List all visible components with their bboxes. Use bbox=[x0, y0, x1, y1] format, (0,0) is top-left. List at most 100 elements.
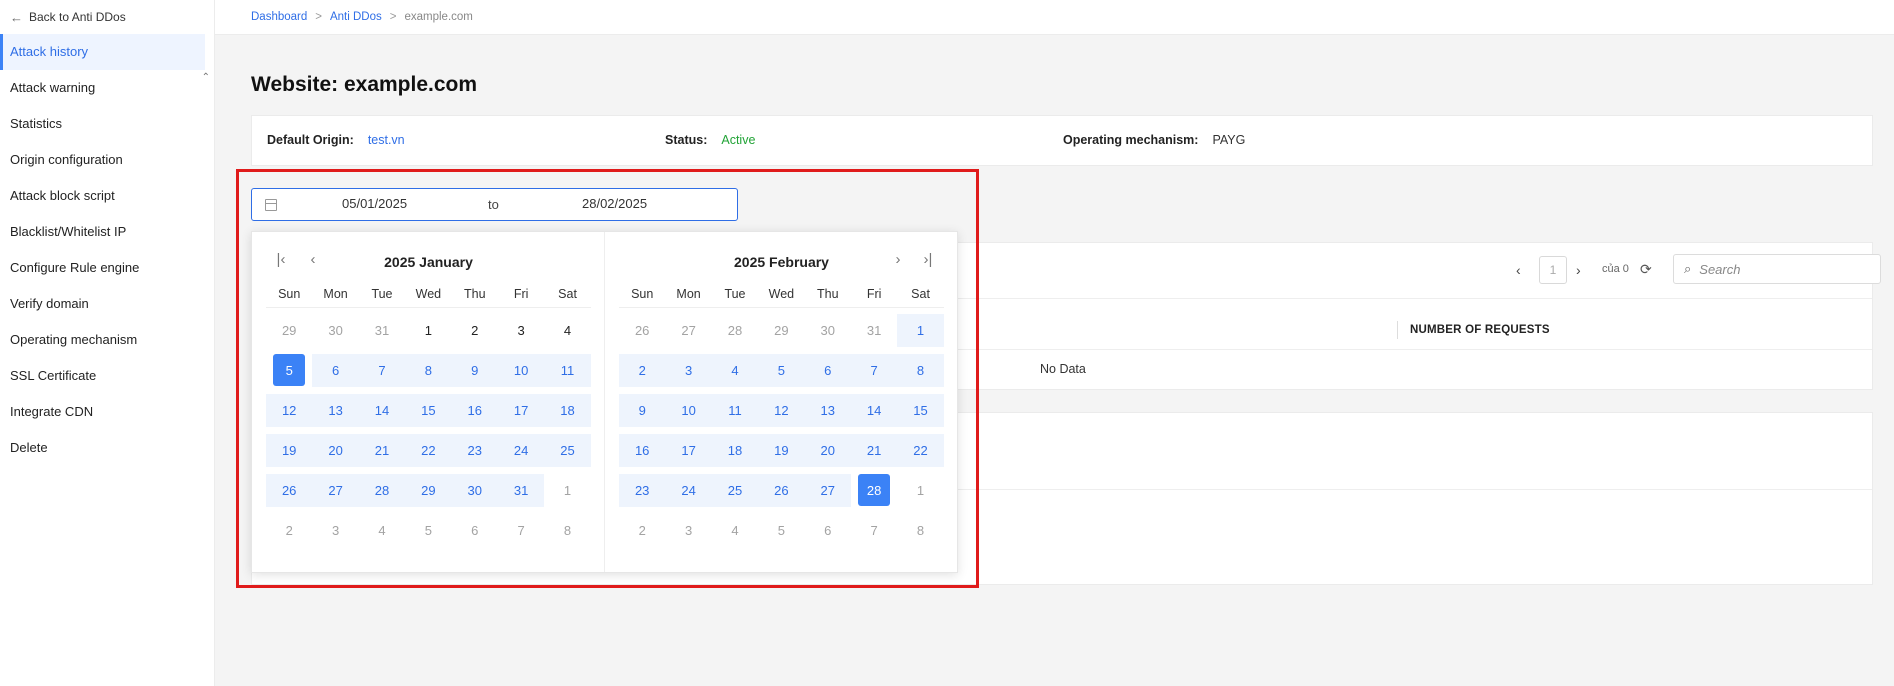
calendar-day[interactable]: 9 bbox=[451, 353, 498, 387]
breadcrumb-anti-ddos[interactable]: Anti DDos bbox=[330, 11, 382, 23]
calendar-day[interactable]: 4 bbox=[711, 353, 759, 387]
calendar-day[interactable]: 31 bbox=[851, 314, 897, 347]
calendar-day[interactable]: 6 bbox=[452, 514, 498, 547]
page-prev-button[interactable]: ‹ bbox=[1516, 262, 1521, 278]
sidebar-item-statistics[interactable]: Statistics bbox=[0, 106, 205, 142]
month-title[interactable]: 2025 February bbox=[605, 254, 958, 270]
calendar-day[interactable]: 31 bbox=[497, 473, 545, 507]
calendar-day[interactable]: 18 bbox=[711, 433, 759, 467]
page-number-input[interactable]: 1 bbox=[1539, 256, 1567, 284]
sidebar-item-attack-warning[interactable]: Attack warning bbox=[0, 70, 205, 106]
calendar-day[interactable]: 23 bbox=[451, 433, 498, 467]
date-range-picker[interactable]: to bbox=[251, 188, 738, 221]
calendar-day[interactable]: 30 bbox=[312, 314, 358, 347]
calendar-day[interactable]: 8 bbox=[544, 514, 590, 547]
calendar-day[interactable]: 27 bbox=[665, 314, 711, 347]
calendar-day[interactable]: 27 bbox=[312, 473, 359, 507]
calendar-day[interactable]: 21 bbox=[358, 433, 406, 467]
calendar-day[interactable]: 5 bbox=[405, 514, 451, 547]
calendar-day[interactable]: 31 bbox=[359, 314, 405, 347]
calendar-day[interactable]: 1 bbox=[405, 314, 451, 347]
calendar-day[interactable]: 14 bbox=[358, 393, 406, 427]
calendar-day[interactable]: 11 bbox=[544, 353, 591, 387]
sidebar-item-attack-block-script[interactable]: Attack block script bbox=[0, 178, 205, 214]
sidebar-item-ssl-certificate[interactable]: SSL Certificate bbox=[0, 358, 205, 394]
calendar-day[interactable]: 16 bbox=[451, 393, 498, 427]
calendar-day[interactable]: 26 bbox=[619, 314, 665, 347]
calendar-day[interactable]: 2 bbox=[619, 514, 665, 547]
calendar-day[interactable]: 8 bbox=[405, 353, 452, 387]
calendar-day[interactable]: 13 bbox=[804, 393, 851, 427]
calendar-day[interactable]: 28 bbox=[358, 473, 406, 507]
calendar-day[interactable]: 26 bbox=[266, 473, 313, 507]
range-start-input[interactable] bbox=[342, 196, 472, 211]
calendar-day[interactable]: 7 bbox=[498, 514, 544, 547]
calendar-day[interactable]: 6 bbox=[805, 514, 851, 547]
calendar-day[interactable]: 16 bbox=[619, 433, 666, 467]
calendar-day[interactable]: 13 bbox=[312, 393, 359, 427]
calendar-day[interactable]: 4 bbox=[359, 514, 405, 547]
calendar-day[interactable]: 30 bbox=[451, 473, 498, 507]
calendar-day[interactable]: 28 bbox=[712, 314, 758, 347]
back-link[interactable]: ← Back to Anti DDos bbox=[0, 0, 214, 34]
calendar-day[interactable]: 29 bbox=[758, 314, 804, 347]
calendar-day[interactable]: 25 bbox=[544, 433, 591, 467]
calendar-day[interactable]: 24 bbox=[497, 433, 545, 467]
calendar-day[interactable]: 19 bbox=[266, 433, 313, 467]
calendar-day[interactable]: 24 bbox=[665, 473, 712, 507]
calendar-day[interactable]: 14 bbox=[850, 393, 898, 427]
sidebar-item-integrate-cdn[interactable]: Integrate CDN bbox=[0, 394, 205, 430]
calendar-day[interactable]: 22 bbox=[897, 433, 944, 467]
calendar-day[interactable]: 26 bbox=[758, 473, 805, 507]
calendar-day[interactable]: 6 bbox=[312, 353, 359, 387]
calendar-day[interactable]: 29 bbox=[405, 473, 452, 507]
calendar-day[interactable]: 10 bbox=[665, 393, 712, 427]
calendar-day[interactable]: 25 bbox=[711, 473, 759, 507]
calendar-day[interactable]: 20 bbox=[804, 433, 851, 467]
calendar-day[interactable]: 9 bbox=[619, 393, 666, 427]
sidebar-item-verify-domain[interactable]: Verify domain bbox=[0, 286, 205, 322]
default-origin-value[interactable]: test.vn bbox=[368, 133, 405, 147]
calendar-day[interactable]: 29 bbox=[266, 314, 312, 347]
calendar-day[interactable]: 4 bbox=[544, 314, 590, 347]
month-title[interactable]: 2025 January bbox=[252, 254, 605, 270]
calendar-day[interactable]: 12 bbox=[758, 393, 805, 427]
calendar-day[interactable]: 20 bbox=[312, 433, 359, 467]
calendar-day[interactable]: 2 bbox=[266, 514, 312, 547]
calendar-day[interactable]: 5 bbox=[758, 514, 804, 547]
calendar-day[interactable]: 8 bbox=[897, 514, 943, 547]
calendar-day[interactable]: 12 bbox=[266, 393, 313, 427]
search-input[interactable] bbox=[1699, 261, 1850, 277]
sidebar-item-blacklist-whitelist-ip[interactable]: Blacklist/Whitelist IP bbox=[0, 214, 205, 250]
calendar-day[interactable]: 10 bbox=[497, 353, 545, 387]
calendar-day-selected[interactable]: 5 bbox=[266, 354, 312, 387]
calendar-day[interactable]: 18 bbox=[544, 393, 591, 427]
calendar-day[interactable]: 3 bbox=[665, 514, 711, 547]
calendar-day[interactable]: 1 bbox=[897, 313, 944, 347]
calendar-day[interactable]: 3 bbox=[498, 314, 544, 347]
calendar-day[interactable]: 27 bbox=[804, 473, 851, 507]
calendar-day[interactable]: 7 bbox=[358, 353, 406, 387]
calendar-day[interactable]: 19 bbox=[758, 433, 805, 467]
calendar-day[interactable]: 7 bbox=[850, 353, 898, 387]
sidebar-item-origin-configuration[interactable]: Origin configuration bbox=[0, 142, 205, 178]
refresh-icon[interactable]: ⟳ bbox=[1640, 261, 1652, 278]
calendar-day[interactable]: 17 bbox=[497, 393, 545, 427]
calendar-day[interactable]: 2 bbox=[452, 314, 498, 347]
calendar-day[interactable]: 23 bbox=[619, 473, 666, 507]
calendar-day[interactable]: 11 bbox=[711, 393, 759, 427]
column-separator[interactable] bbox=[1397, 321, 1398, 339]
calendar-day-selected[interactable]: 28 bbox=[851, 474, 897, 507]
range-end-input[interactable] bbox=[582, 196, 712, 211]
calendar-day[interactable]: 15 bbox=[405, 393, 452, 427]
calendar-day[interactable]: 6 bbox=[804, 353, 851, 387]
page-next-button[interactable]: › bbox=[1576, 262, 1581, 278]
scroll-up-icon[interactable]: ⌃ bbox=[202, 72, 210, 83]
calendar-day[interactable]: 22 bbox=[405, 433, 452, 467]
sidebar-item-operating-mechanism[interactable]: Operating mechanism bbox=[0, 322, 205, 358]
breadcrumb-dashboard[interactable]: Dashboard bbox=[251, 11, 307, 23]
calendar-day[interactable]: 3 bbox=[665, 353, 712, 387]
calendar-day[interactable]: 1 bbox=[544, 474, 590, 507]
calendar-day[interactable]: 8 bbox=[897, 353, 944, 387]
column-header-requests[interactable]: NUMBER OF REQUESTS bbox=[1410, 324, 1550, 336]
